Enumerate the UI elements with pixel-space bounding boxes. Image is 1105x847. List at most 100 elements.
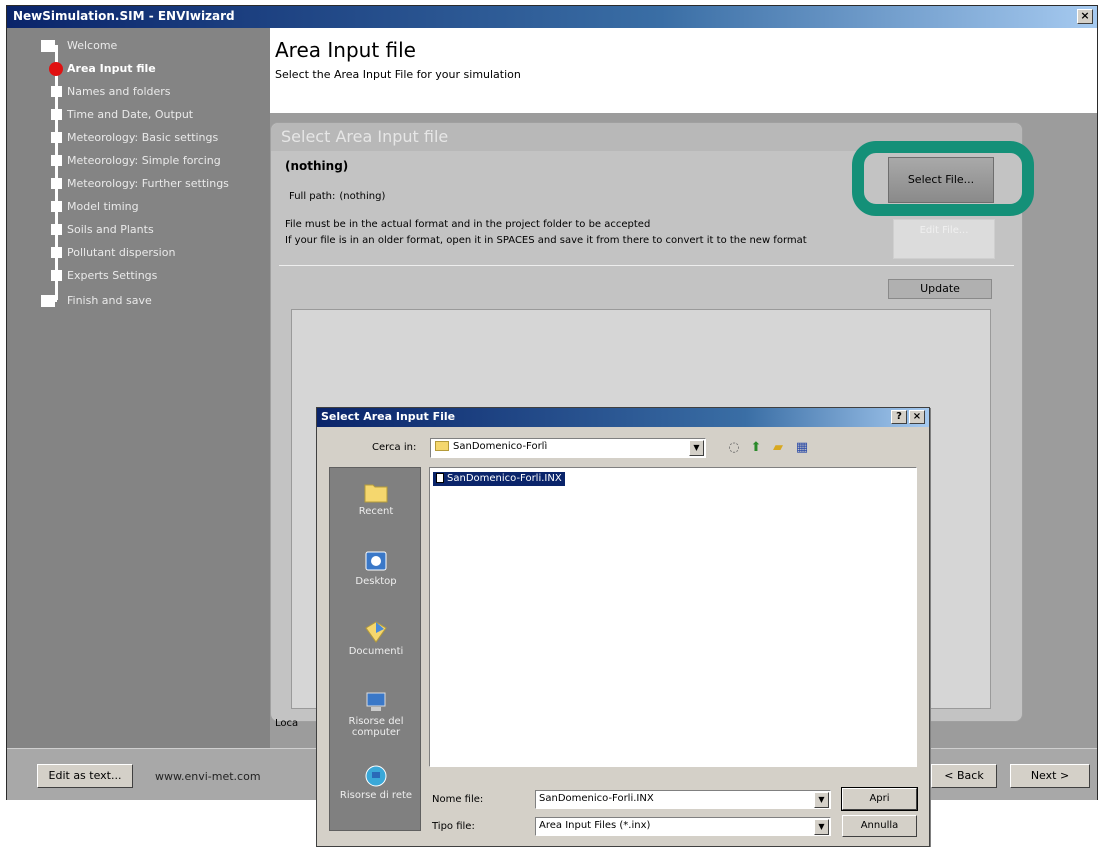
place-recent[interactable]: Recent <box>330 480 422 517</box>
location-label: Loca <box>275 718 299 729</box>
page-subtitle: Select the Area Input File for your simu… <box>275 68 521 81</box>
place-desktop[interactable]: Desktop <box>330 550 422 587</box>
network-icon <box>365 765 387 787</box>
step-label: Finish and save <box>67 294 152 307</box>
step-meteorology-further[interactable]: Meteorology: Further settings <box>7 173 270 196</box>
dialog-close-button[interactable]: × <box>909 410 925 424</box>
look-in-combo[interactable]: SanDomenico-Forlì ▼ <box>430 438 706 458</box>
step-marker-icon <box>41 295 55 307</box>
up-folder-icon[interactable]: ⬆ <box>747 439 765 457</box>
step-label: Pollutant dispersion <box>67 246 176 259</box>
file-item[interactable]: SanDomenico-Forli.INX <box>433 472 565 486</box>
highlight-annotation <box>852 141 1034 216</box>
place-label: Documenti <box>348 646 404 657</box>
place-label: Desktop <box>355 576 397 587</box>
step-label: Time and Date, Output <box>67 108 194 121</box>
chevron-down-icon[interactable]: ▼ <box>689 440 704 456</box>
selected-file-name: (nothing) <box>285 159 349 173</box>
place-label: Risorse di rete <box>339 790 413 801</box>
next-button[interactable]: Next > <box>1010 764 1090 788</box>
step-label: Meteorology: Basic settings <box>67 131 219 144</box>
full-path-label: Full path: <box>289 191 336 202</box>
back-icon[interactable]: ◌ <box>725 439 743 457</box>
open-button[interactable]: Apri <box>841 787 918 811</box>
step-label: Meteorology: Further settings <box>67 177 229 190</box>
step-time-and-date[interactable]: Time and Date, Output <box>7 104 270 127</box>
dialog-title-bar: Select Area Input File ? × <box>317 408 929 427</box>
file-name: SanDomenico-Forli.INX <box>447 473 562 484</box>
close-button[interactable]: × <box>1077 9 1093 24</box>
view-menu-icon[interactable]: ▦ <box>793 439 811 457</box>
step-welcome[interactable]: Welcome <box>7 35 270 58</box>
window-title: NewSimulation.SIM - ENVIwizard <box>13 9 235 23</box>
filename-combo[interactable]: SanDomenico-Forli.INX ▼ <box>535 790 831 809</box>
step-finish-and-save[interactable]: Finish and save <box>7 290 270 313</box>
step-label: Meteorology: Simple forcing <box>67 154 221 167</box>
step-marker-icon <box>51 224 62 235</box>
help-button[interactable]: ? <box>891 410 907 424</box>
update-button[interactable]: Update <box>888 279 992 299</box>
step-meteorology-simple[interactable]: Meteorology: Simple forcing <box>7 150 270 173</box>
step-label: Soils and Plants <box>67 223 154 236</box>
step-meteorology-basic[interactable]: Meteorology: Basic settings <box>7 127 270 150</box>
documents-icon <box>365 621 387 643</box>
step-soils-and-plants[interactable]: Soils and Plants <box>7 219 270 242</box>
new-folder-icon[interactable]: ▰ <box>769 439 787 457</box>
place-label: Risorse del computer <box>348 716 404 738</box>
full-path-value: (nothing) <box>339 191 386 202</box>
full-path: Full path: (nothing) <box>285 191 385 202</box>
dialog-title: Select Area Input File <box>321 410 456 423</box>
select-area-input-file-dialog: Select Area Input File ? × Cerca in: San… <box>316 407 930 847</box>
title-bar: NewSimulation.SIM - ENVIwizard × <box>7 6 1097 28</box>
filename-value: SanDomenico-Forli.INX <box>539 793 654 804</box>
chevron-down-icon[interactable]: ▼ <box>814 792 829 808</box>
look-in-value: SanDomenico-Forlì <box>453 441 548 452</box>
filetype-combo[interactable]: Area Input Files (*.inx) ▼ <box>535 817 831 836</box>
file-list[interactable]: SanDomenico-Forli.INX <box>429 467 917 767</box>
filetype-label: Tipo file: <box>432 821 475 832</box>
folder-icon <box>435 441 449 451</box>
step-experts-settings[interactable]: Experts Settings <box>7 265 270 288</box>
step-active-marker-icon <box>49 62 63 76</box>
format-note: File must be in the actual format and in… <box>285 219 651 230</box>
step-marker-icon <box>51 86 62 97</box>
back-button[interactable]: < Back <box>931 764 997 788</box>
edit-as-text-button[interactable]: Edit as text... <box>37 764 133 788</box>
step-names-and-folders[interactable]: Names and folders <box>7 81 270 104</box>
step-marker-icon <box>51 247 62 258</box>
look-in-label: Cerca in: <box>372 442 417 453</box>
place-label: Recent <box>358 506 394 517</box>
step-label: Model timing <box>67 200 139 213</box>
chevron-down-icon[interactable]: ▼ <box>814 819 829 835</box>
divider <box>279 265 1014 266</box>
filename-label: Nome file: <box>432 794 484 805</box>
recent-folder-icon <box>364 484 388 503</box>
step-marker-icon <box>51 178 62 189</box>
step-model-timing[interactable]: Model timing <box>7 196 270 219</box>
place-documents[interactable]: Documenti <box>330 620 422 657</box>
step-marker-icon <box>51 201 62 212</box>
edit-file-button[interactable]: Edit File... <box>893 219 995 259</box>
step-label: Welcome <box>67 39 118 52</box>
file-icon <box>436 473 444 483</box>
step-pollutant-dispersion[interactable]: Pollutant dispersion <box>7 242 270 265</box>
step-label: Area Input file <box>67 62 156 75</box>
step-label: Names and folders <box>67 85 171 98</box>
step-marker-icon <box>51 155 62 166</box>
page-header: Area Input file Select the Area Input Fi… <box>270 28 1097 113</box>
cancel-button[interactable]: Annulla <box>842 815 917 837</box>
step-marker-icon <box>51 109 62 120</box>
page-title: Area Input file <box>275 38 416 62</box>
wizard-steps-sidebar: Welcome Area Input file Names and folder… <box>7 28 270 748</box>
step-label: Experts Settings <box>67 269 158 282</box>
step-marker-icon <box>41 40 55 52</box>
computer-icon <box>366 692 386 711</box>
filetype-value: Area Input Files (*.inx) <box>539 820 651 831</box>
desktop-icon <box>365 551 387 571</box>
place-network[interactable]: Risorse di rete <box>330 764 422 801</box>
step-marker-icon <box>51 132 62 143</box>
place-my-computer[interactable]: Risorse del computer <box>330 690 422 738</box>
step-area-input-file[interactable]: Area Input file <box>7 58 270 81</box>
places-bar: Recent Desktop Documenti Risorse del com… <box>329 467 421 831</box>
conversion-note: If your file is in an older format, open… <box>285 235 807 246</box>
